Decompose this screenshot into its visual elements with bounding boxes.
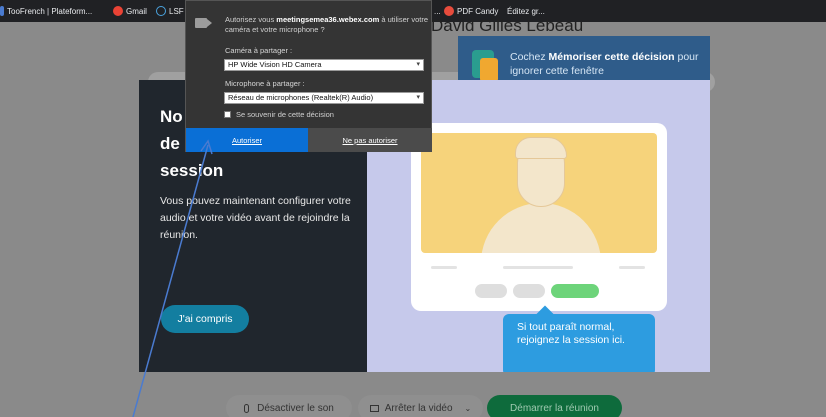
tip-illustration-icon-2 xyxy=(480,58,498,82)
illustration-line xyxy=(431,266,457,269)
start-meeting-button[interactable]: Démarrer la réunion xyxy=(487,395,622,417)
toofrench-icon xyxy=(0,6,4,16)
illustration-pill-join xyxy=(551,284,599,298)
camera-select[interactable]: HP Wide Vision HD Camera ▾ xyxy=(224,59,424,71)
deny-button[interactable]: Ne pas autoriser xyxy=(308,128,432,152)
monitor-illustration xyxy=(411,123,667,311)
tip-text: Cochez Mémoriser cette décision pour ign… xyxy=(510,51,699,77)
dialog-description: Vous pouvez maintenant configurer votre … xyxy=(160,195,351,241)
remember-decision-checkbox[interactable] xyxy=(224,111,231,118)
camera-label: Caméra à partager : xyxy=(225,46,293,55)
microphone-label: Microphone à partager : xyxy=(225,79,305,88)
mute-button[interactable]: Désactiver le son xyxy=(226,395,352,417)
video-camera-icon xyxy=(369,404,379,412)
microphone-select[interactable]: Réseau de microphones (Realtek(R) Audio)… xyxy=(224,92,424,104)
page-host-name: David Gilles Lebeau xyxy=(431,16,584,35)
stop-video-button[interactable]: Arrêter la vidéo ⌄ xyxy=(358,395,483,417)
remember-decision-row[interactable]: Se souvenir de cette décision xyxy=(224,110,334,119)
chevron-down-icon[interactable]: ⌄ xyxy=(465,404,472,413)
illustration-line xyxy=(503,266,573,269)
join-hint-bubble: Si tout paraît normal, rejoignez la sess… xyxy=(503,314,655,372)
bookmark-toofrench[interactable]: TooFrench | Plateform... xyxy=(0,0,92,22)
camera-icon xyxy=(195,18,207,28)
avatar-hair-illustration xyxy=(515,137,567,159)
permission-prompt: Autorisez vous meetingsemea36.webex.com … xyxy=(225,15,429,34)
pdf-candy-icon xyxy=(444,6,454,16)
microphone-icon xyxy=(244,403,250,413)
illustration-pill-video xyxy=(513,284,545,298)
bookmark-gmail[interactable]: Gmail xyxy=(113,0,147,22)
permission-popup: Autorisez vous meetingsemea36.webex.com … xyxy=(185,0,432,152)
google-icon xyxy=(113,6,123,16)
preview-screen-illustration xyxy=(421,133,657,253)
allow-button[interactable]: Autoriser xyxy=(186,128,308,152)
chevron-down-icon: ▾ xyxy=(416,94,420,101)
illustration-line xyxy=(619,266,645,269)
dialog-heading-line3: session xyxy=(160,161,224,180)
got-it-button[interactable]: J'ai compris xyxy=(161,305,249,333)
chevron-down-icon: ▾ xyxy=(416,61,420,68)
lsf-icon xyxy=(156,6,166,16)
illustration-pill-mute xyxy=(475,284,507,298)
avatar-body-illustration xyxy=(481,203,601,253)
